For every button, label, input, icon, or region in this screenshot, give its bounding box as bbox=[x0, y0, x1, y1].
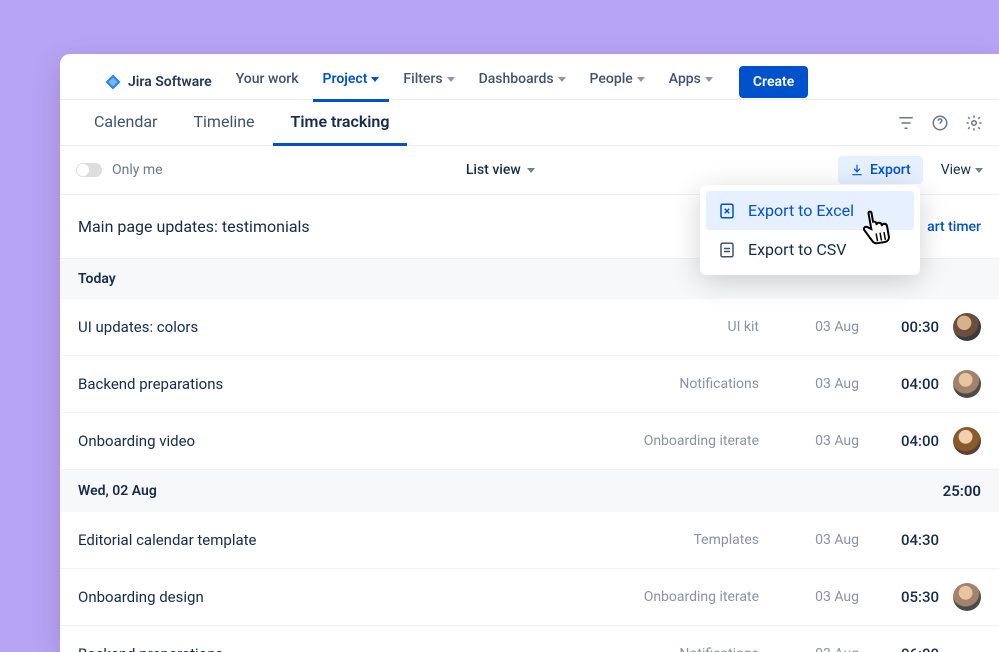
app-window: Jira Software Your work Project Filters … bbox=[60, 54, 999, 652]
entry-duration: 06:00 bbox=[859, 645, 939, 652]
nav-apps[interactable]: Apps bbox=[659, 61, 723, 102]
chevron-down-icon bbox=[558, 77, 566, 82]
nav-filters[interactable]: Filters bbox=[393, 61, 464, 102]
file-csv-icon bbox=[718, 241, 736, 259]
list-view-selector[interactable]: List view bbox=[466, 162, 535, 178]
chevron-down-icon bbox=[447, 77, 455, 82]
create-button[interactable]: Create bbox=[739, 66, 808, 98]
avatar[interactable] bbox=[953, 640, 981, 652]
entry-date: 03 Aug bbox=[759, 433, 859, 449]
entry-date: 03 Aug bbox=[759, 376, 859, 392]
section-total: 25:00 bbox=[943, 482, 981, 500]
avatar[interactable] bbox=[953, 313, 981, 341]
avatar[interactable] bbox=[953, 427, 981, 455]
entry-duration: 04:00 bbox=[859, 375, 939, 393]
time-entries: TodayUI updates: colorsUI kit03 Aug00:30… bbox=[60, 259, 999, 652]
entry-title: Backend preparations bbox=[78, 645, 599, 652]
sub-nav: Calendar Timeline Time tracking bbox=[60, 100, 999, 146]
entry-title: Editorial calendar template bbox=[78, 531, 599, 549]
tab-calendar[interactable]: Calendar bbox=[76, 100, 175, 146]
export-button[interactable]: Export bbox=[838, 156, 923, 184]
entry-title: Backend preparations bbox=[78, 375, 599, 393]
tab-time-tracking[interactable]: Time tracking bbox=[273, 100, 408, 146]
settings-icon[interactable] bbox=[965, 114, 983, 132]
entry-duration: 04:30 bbox=[859, 531, 939, 549]
start-timer-button[interactable]: art timer bbox=[927, 219, 981, 235]
entry-title: Onboarding design bbox=[78, 588, 599, 606]
brand-label: Jira Software bbox=[128, 74, 212, 90]
export-excel-item[interactable]: Export to Excel bbox=[706, 191, 914, 230]
avatar[interactable] bbox=[953, 583, 981, 611]
chevron-down-icon bbox=[371, 77, 379, 82]
nav-people[interactable]: People bbox=[580, 61, 655, 102]
entry-category: Notifications bbox=[599, 376, 759, 392]
time-entry-row[interactable]: Onboarding videoOnboarding iterate03 Aug… bbox=[60, 413, 999, 470]
entry-category: UI kit bbox=[599, 319, 759, 335]
chevron-down-icon bbox=[975, 168, 983, 173]
entry-category: Onboarding iterate bbox=[599, 589, 759, 605]
file-excel-icon bbox=[718, 202, 736, 220]
nav-your-work[interactable]: Your work bbox=[226, 61, 309, 102]
export-dropdown: Export to Excel Export to CSV bbox=[700, 185, 920, 275]
entry-duration: 00:30 bbox=[859, 318, 939, 336]
entry-title: Onboarding video bbox=[78, 432, 599, 450]
entry-title: UI updates: colors bbox=[78, 318, 599, 336]
time-entry-row[interactable]: Editorial calendar templateTemplates03 A… bbox=[60, 512, 999, 569]
entry-date: 03 Aug bbox=[759, 532, 859, 548]
section-label: Today bbox=[78, 271, 116, 287]
top-nav: Jira Software Your work Project Filters … bbox=[60, 54, 999, 100]
time-entry-row[interactable]: Onboarding designOnboarding iterate03 Au… bbox=[60, 569, 999, 626]
entry-date: 03 Aug bbox=[759, 646, 859, 652]
time-entry-row[interactable]: UI updates: colorsUI kit03 Aug00:30 bbox=[60, 299, 999, 356]
brand[interactable]: Jira Software bbox=[104, 73, 212, 91]
filter-icon[interactable] bbox=[897, 114, 915, 132]
only-me-label: Only me bbox=[112, 162, 163, 178]
entry-duration: 05:30 bbox=[859, 588, 939, 606]
app-switcher-icon[interactable] bbox=[76, 73, 94, 91]
avatar[interactable] bbox=[953, 370, 981, 398]
entry-category: Templates bbox=[599, 532, 759, 548]
entry-category: Notifications bbox=[599, 646, 759, 652]
active-entry-title: Main page updates: testimonials bbox=[78, 217, 310, 236]
section-header: Wed, 02 Aug 25:00 bbox=[60, 470, 999, 512]
view-button[interactable]: View bbox=[941, 162, 983, 178]
entry-duration: 04:00 bbox=[859, 432, 939, 450]
nav-project[interactable]: Project bbox=[313, 61, 390, 102]
entry-date: 03 Aug bbox=[759, 319, 859, 335]
chevron-down-icon bbox=[527, 168, 535, 173]
jira-logo-icon bbox=[104, 73, 122, 91]
export-csv-item[interactable]: Export to CSV bbox=[706, 230, 914, 269]
chevron-down-icon bbox=[705, 77, 713, 82]
entry-date: 03 Aug bbox=[759, 589, 859, 605]
download-icon bbox=[850, 163, 864, 177]
time-entry-row[interactable]: Backend preparationsNotifications03 Aug0… bbox=[60, 626, 999, 652]
entry-category: Onboarding iterate bbox=[599, 433, 759, 449]
time-entry-row[interactable]: Backend preparationsNotifications03 Aug0… bbox=[60, 356, 999, 413]
chevron-down-icon bbox=[637, 77, 645, 82]
only-me-toggle[interactable] bbox=[76, 163, 102, 177]
avatar[interactable] bbox=[953, 526, 981, 554]
help-icon[interactable] bbox=[931, 114, 949, 132]
nav-dashboards[interactable]: Dashboards bbox=[469, 61, 576, 102]
section-label: Wed, 02 Aug bbox=[78, 483, 157, 499]
tab-timeline[interactable]: Timeline bbox=[175, 100, 272, 146]
